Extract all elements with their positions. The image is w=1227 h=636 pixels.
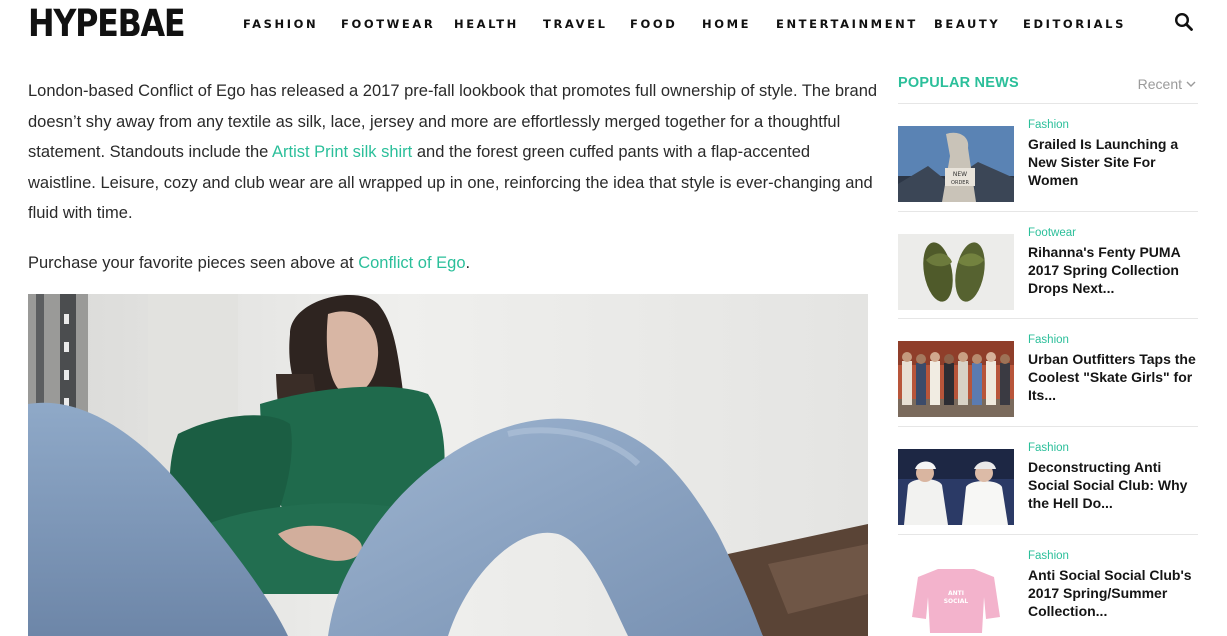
svg-text:ANTI: ANTI — [948, 590, 964, 597]
news-divider — [898, 318, 1198, 319]
artist-print-link[interactable]: Artist Print silk shirt — [272, 143, 412, 161]
article-paragraph-2: Purchase your favorite pieces seen above… — [28, 248, 878, 279]
recent-filter-label: Recent — [1137, 76, 1182, 92]
sidebar-divider — [898, 103, 1198, 104]
article-paragraph-1: London-based Conflict of Ego has release… — [28, 76, 878, 229]
article-text: Purchase your favorite pieces seen above… — [28, 253, 359, 272]
news-category[interactable]: Fashion — [1028, 119, 1069, 131]
news-category[interactable]: Footwear — [1028, 227, 1076, 239]
news-item[interactable]: ANTI SOCIAL Fashion Anti Social Social C… — [898, 550, 1198, 636]
conflict-of-ego-link[interactable]: Conflict of Ego — [358, 254, 465, 272]
news-divider — [898, 211, 1198, 212]
nav-item-food[interactable]: FOOD — [630, 17, 677, 31]
news-title[interactable]: Urban Outfitters Taps the Coolest "Skate… — [1028, 350, 1200, 404]
nav-item-footwear[interactable]: FOOTWEAR — [341, 17, 435, 31]
svg-text:ORDER: ORDER — [951, 180, 969, 186]
svg-text:SOCIAL: SOCIAL — [944, 598, 969, 605]
lookbook-photo-illustration — [28, 294, 868, 636]
recent-filter-dropdown[interactable]: Recent — [1138, 76, 1196, 92]
nav-item-editorials[interactable]: EDITORIALS — [1023, 17, 1126, 31]
nav-item-entertainment[interactable]: ENTERTAINMENT — [776, 17, 918, 31]
site-logo[interactable]: HYPEBAE — [28, 2, 186, 45]
news-item[interactable]: Fashion Deconstructing Anti Social Socia… — [898, 442, 1198, 538]
news-title[interactable]: Grailed Is Launching a New Sister Site F… — [1028, 135, 1200, 189]
search-button[interactable] — [1174, 12, 1194, 32]
news-item[interactable]: Fashion Urban Outfitters Taps the Cooles… — [898, 334, 1198, 430]
popular-news-title: POPULAR NEWS — [898, 75, 1019, 91]
article-body: London-based Conflict of Ego has release… — [28, 76, 878, 278]
news-category[interactable]: Fashion — [1028, 334, 1069, 346]
news-category[interactable]: Fashion — [1028, 442, 1069, 454]
nav-item-health[interactable]: HEALTH — [454, 17, 519, 31]
chevron-down-icon — [1186, 81, 1196, 87]
search-icon — [1174, 12, 1193, 31]
lookbook-photo — [28, 294, 868, 636]
nav-item-fashion[interactable]: FASHION — [243, 17, 318, 31]
news-title[interactable]: Rihanna's Fenty PUMA 2017 Spring Collect… — [1028, 243, 1200, 297]
news-thumbnail[interactable] — [898, 341, 1014, 417]
news-thumbnail[interactable] — [898, 449, 1014, 525]
news-title[interactable]: Anti Social Social Club's 2017 Spring/Su… — [1028, 566, 1200, 620]
nav-item-travel[interactable]: TRAVEL — [543, 17, 608, 31]
news-category[interactable]: Fashion — [1028, 550, 1069, 562]
news-thumbnail[interactable]: NEW ORDER — [898, 126, 1014, 202]
news-title[interactable]: Deconstructing Anti Social Social Club: … — [1028, 458, 1200, 512]
news-divider — [898, 426, 1198, 427]
nav-item-home[interactable]: HOME — [702, 17, 751, 31]
nav-item-beauty[interactable]: BEAUTY — [934, 17, 1000, 31]
news-item[interactable]: Footwear Rihanna's Fenty PUMA 2017 Sprin… — [898, 227, 1198, 323]
news-item[interactable]: NEW ORDER Fashion Grailed Is Launching a… — [898, 119, 1198, 215]
news-divider — [898, 534, 1198, 535]
news-thumbnail[interactable]: ANTI SOCIAL — [898, 557, 1014, 633]
article-text: . — [465, 253, 471, 272]
svg-text:NEW: NEW — [953, 171, 967, 178]
news-thumbnail[interactable] — [898, 234, 1014, 310]
